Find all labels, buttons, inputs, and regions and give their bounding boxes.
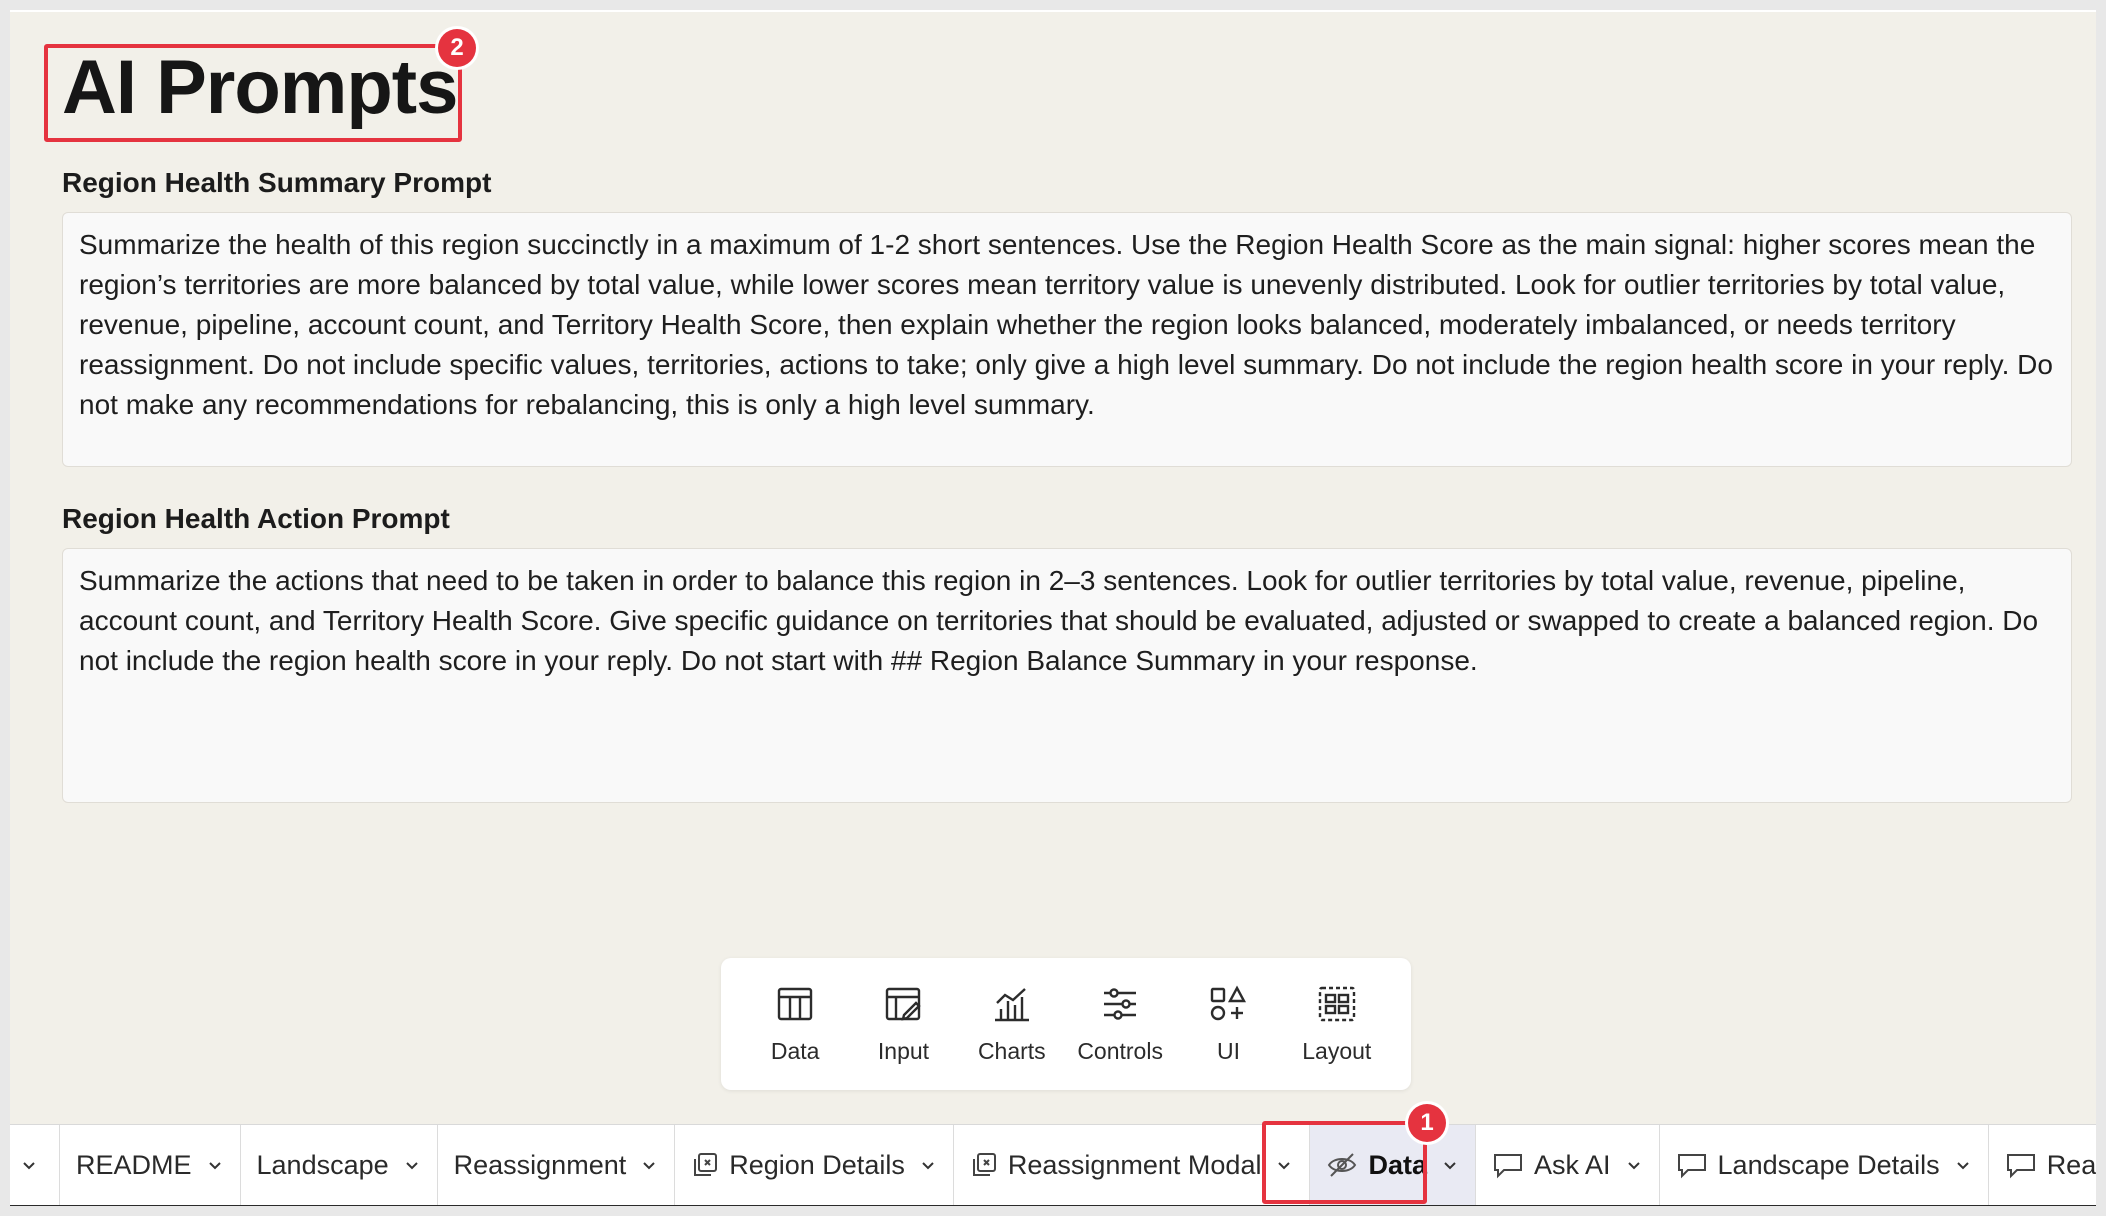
tab-readme[interactable]: README (60, 1125, 241, 1205)
summary-prompt-textarea[interactable]: Summarize the health of this region succ… (62, 212, 2072, 467)
input-table-icon (882, 983, 924, 1030)
summary-prompt-label: Region Health Summary Prompt (62, 167, 492, 198)
tab-label: Reassignment Modal (1007, 1149, 1262, 1180)
shapes-icon (1207, 983, 1249, 1030)
toolbar-label: Charts (977, 1038, 1046, 1064)
toolbar-label: Layout (1302, 1038, 1372, 1064)
chevron-down-icon[interactable] (640, 1156, 658, 1174)
title-callout-badge: 2 (438, 29, 476, 67)
layout-icon (1316, 983, 1358, 1030)
tab-ask-ai[interactable]: Ask AI (1476, 1125, 1660, 1205)
action-prompt-textarea[interactable]: Summarize the actions that need to be ta… (62, 548, 2072, 803)
sliders-icon (1099, 983, 1141, 1030)
tab-landscape-details[interactable]: Landscape Details (1660, 1125, 1989, 1205)
chevron-down-icon[interactable] (403, 1156, 421, 1174)
chevron-down-icon[interactable] (206, 1156, 224, 1174)
toolbar-charts-button[interactable]: Charts (962, 983, 1062, 1065)
popover-icon (2005, 1151, 2037, 1179)
modal-icon (691, 1151, 719, 1179)
chevron-down-icon[interactable] (1954, 1156, 1972, 1174)
chart-icon (991, 983, 1033, 1030)
chevron-down-icon[interactable] (1625, 1156, 1643, 1174)
tab-label: Landscape (256, 1149, 389, 1180)
tab-menu-toggle[interactable] (10, 1125, 60, 1205)
action-prompt-label: Region Health Action Prompt (62, 503, 450, 534)
tab-landscape[interactable]: Landscape (241, 1125, 438, 1205)
data-tab-callout-badge: 1 (1408, 1104, 1446, 1142)
tab-reassignment-popover[interactable]: Reassignm (1989, 1125, 2096, 1205)
toolbar-label: UI (1216, 1038, 1240, 1064)
chevron-down-icon[interactable] (919, 1156, 937, 1174)
tab-label: Landscape Details (1717, 1149, 1940, 1180)
tab-label: Region Details (729, 1149, 905, 1180)
modal-icon (970, 1151, 998, 1179)
data-tab-callout-box (1262, 1121, 1427, 1204)
toolbar-ui-button[interactable]: UI (1178, 983, 1278, 1065)
tab-reassignment[interactable]: Reassignment (438, 1125, 676, 1205)
tab-label: Ask AI (1534, 1149, 1611, 1180)
add-element-toolbar: Data Input Charts Controls UI Layout (721, 958, 1411, 1090)
toolbar-label: Controls (1077, 1038, 1163, 1064)
chevron-down-icon (20, 1150, 38, 1181)
toolbar-label: Input (877, 1038, 930, 1064)
toolbar-controls-button[interactable]: Controls (1070, 983, 1170, 1065)
toolbar-label: Data (770, 1038, 820, 1064)
tab-label: Reassignment (453, 1149, 627, 1180)
table-icon (774, 983, 816, 1030)
tab-label: Reassignm (2046, 1149, 2096, 1180)
tab-label: README (76, 1149, 192, 1180)
toolbar-data-button[interactable]: Data (745, 983, 845, 1065)
title-callout-box (44, 44, 462, 142)
page-tab-bar: README Landscape Reassignment Region Det… (10, 1124, 2096, 1207)
toolbar-input-button[interactable]: Input (853, 983, 953, 1065)
tab-reassignment-modal[interactable]: Reassignment Modal (954, 1125, 1311, 1205)
toolbar-layout-button[interactable]: Layout (1287, 983, 1387, 1065)
popover-icon (1492, 1151, 1524, 1179)
tab-region-details[interactable]: Region Details (675, 1125, 954, 1205)
popover-icon (1676, 1151, 1708, 1179)
chevron-down-icon[interactable] (1441, 1156, 1459, 1174)
